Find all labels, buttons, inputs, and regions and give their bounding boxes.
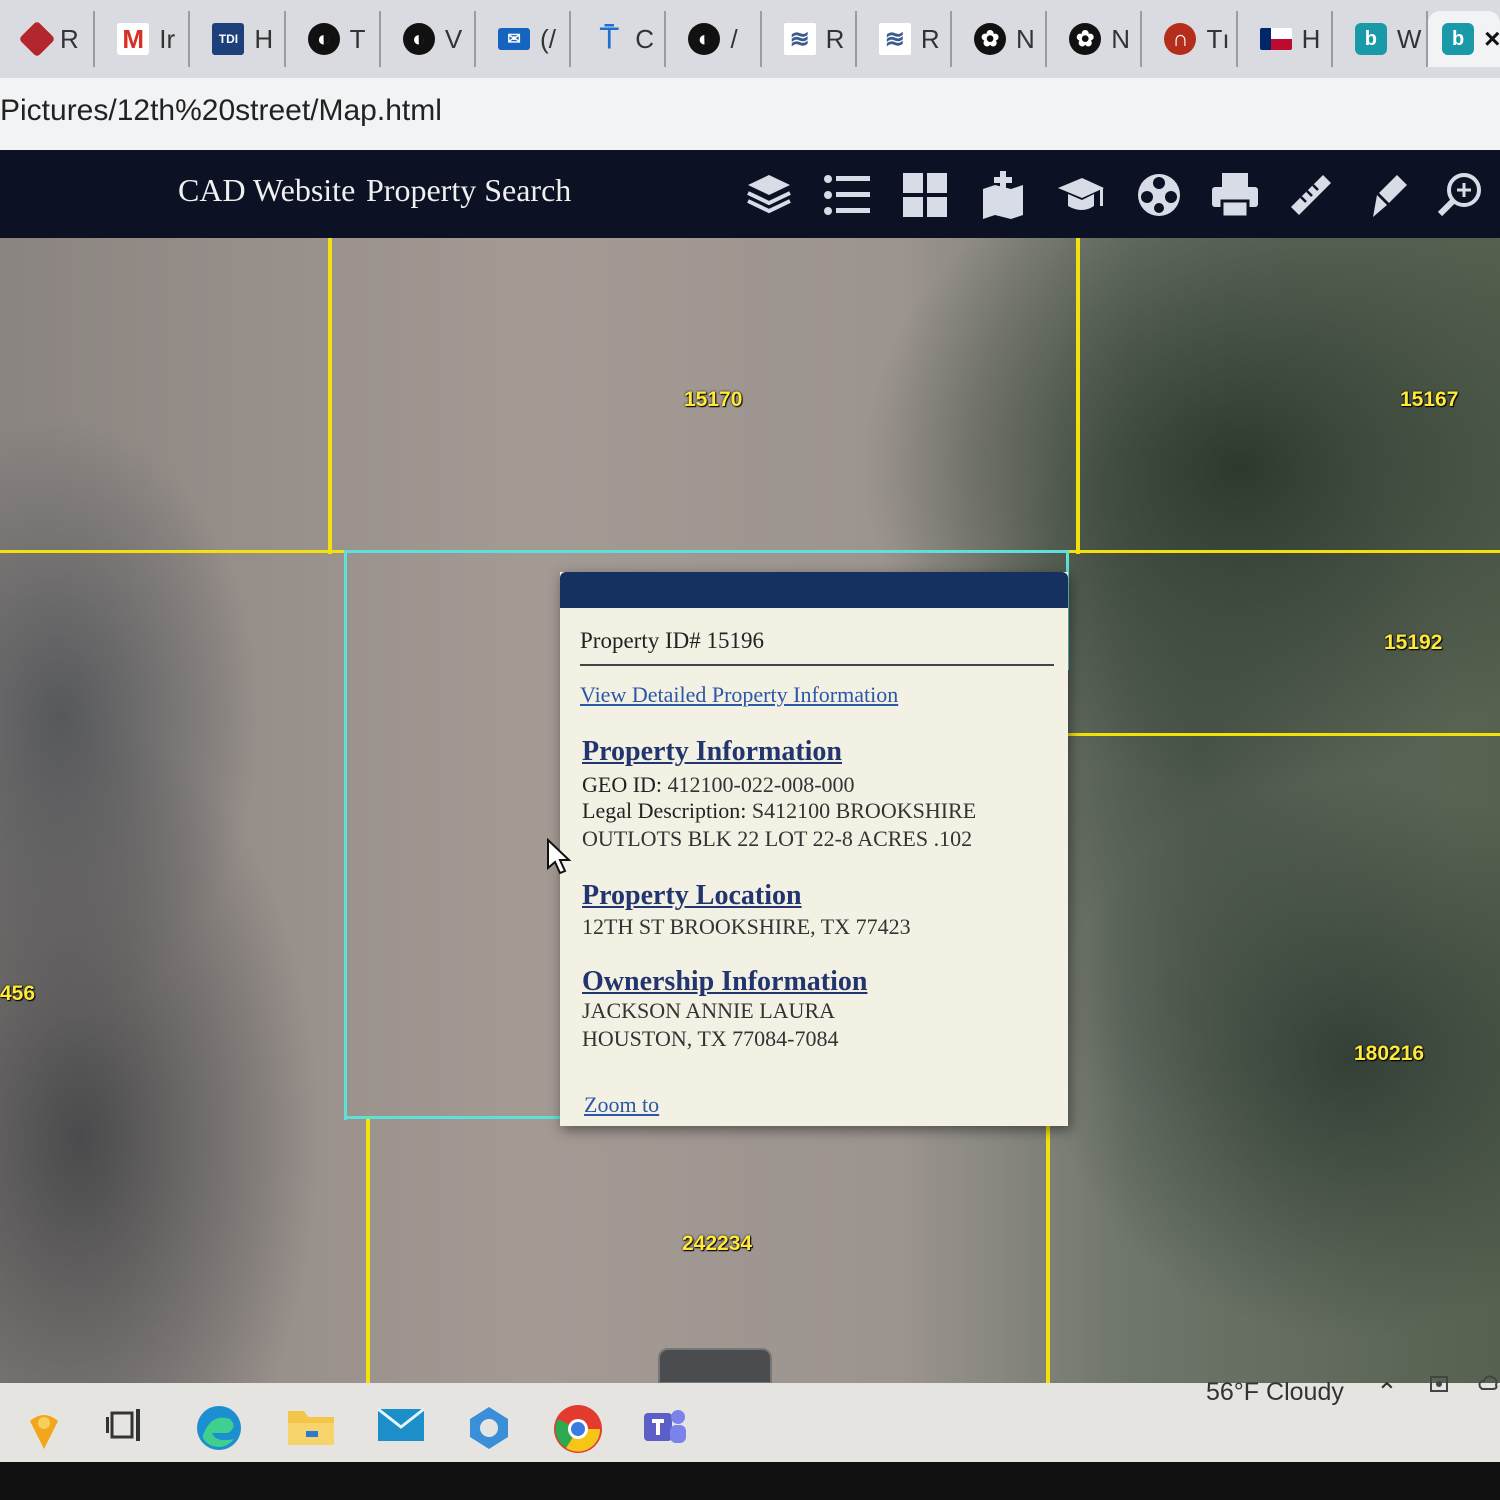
geo-id-label: GEO ID:	[582, 772, 663, 797]
browser-tab[interactable]: R	[0, 11, 96, 67]
globe-icon: ◐	[307, 23, 340, 55]
draw-icon[interactable]	[1360, 170, 1414, 220]
ruby-red-icon	[18, 20, 56, 58]
edge-icon[interactable]	[194, 1403, 242, 1451]
tray-app-icon[interactable]	[1428, 1371, 1452, 1395]
property-popup: Property ID# 15196 View Detailed Propert…	[560, 572, 1068, 1126]
ownership-information-heading[interactable]: Ownership Information	[582, 966, 867, 998]
openai-icon: ✿	[974, 23, 1007, 55]
parcel-boundary	[1066, 733, 1500, 736]
antenna-icon: ⍑	[600, 22, 619, 55]
weather-widget[interactable]: 56°F Cloudy	[1206, 1380, 1344, 1405]
parcel-label[interactable]: 15167	[1400, 388, 1458, 412]
bing-icon: b	[1354, 23, 1387, 55]
browser-tab[interactable]: H	[1238, 11, 1333, 67]
parcel-label[interactable]: 15192	[1384, 631, 1442, 655]
parcel-boundary	[328, 238, 332, 554]
waves-icon: ≋	[878, 23, 911, 55]
monitor-bezel	[0, 1462, 1500, 1500]
zoom-to-link[interactable]: Zoom to	[584, 1092, 659, 1118]
weather-text: 56°F Cloudy	[1206, 1378, 1344, 1406]
legal-description-row: Legal Description: S412100 BROOKSHIRE	[582, 798, 976, 824]
mail-icon[interactable]	[376, 1403, 425, 1451]
browser-tab[interactable]: ◐ V	[381, 11, 477, 67]
property-information-heading[interactable]: Property Information	[582, 736, 842, 768]
browser-tab[interactable]: M Ir	[95, 11, 191, 67]
browser-tab[interactable]: ≋ R	[762, 11, 857, 67]
owner-name: JACKSON ANNIE LAURA	[582, 998, 836, 1023]
browser-tab[interactable]: ∩ Tı	[1142, 11, 1238, 67]
education-cap-icon[interactable]	[1054, 170, 1108, 220]
app-toolbar: CAD Website Property Search	[0, 150, 1500, 238]
parcel-label[interactable]: 180216	[1354, 1042, 1424, 1066]
legal-description-value: S412100 BROOKSHIRE	[746, 798, 977, 823]
parcel-label[interactable]: 242234	[682, 1232, 752, 1256]
browser-tab[interactable]: ✿ N	[1047, 11, 1143, 67]
geo-id-row: GEO ID: 412100-022-008-000	[582, 772, 855, 798]
film-reel-icon[interactable]	[1132, 170, 1186, 220]
popup-header[interactable]	[560, 572, 1068, 608]
address-bar[interactable]: Pictures/12th%20street/Map.html	[0, 78, 1500, 152]
mouse-pointer-icon	[546, 837, 572, 881]
bing-icon: b	[1442, 23, 1475, 55]
task-view-icon[interactable]	[104, 1403, 152, 1451]
mail-icon: ✉	[498, 28, 531, 50]
close-tab-icon[interactable]: ×	[1484, 23, 1500, 55]
selected-parcel-boundary	[344, 550, 347, 1120]
geo-id-value: 412100-022-008-000	[662, 772, 855, 797]
copilot-icon[interactable]	[464, 1403, 512, 1451]
parcel-boundary	[1076, 238, 1080, 554]
browser-tab[interactable]: ✉ (/	[476, 11, 572, 67]
browser-tab-strip: R M Ir TDI H ◐ T ◐ V ✉ (/ ⍑ C ◐ / ≋ R ≋ …	[0, 0, 1500, 78]
chevron-up-icon[interactable]: ⌃	[1376, 1377, 1398, 1408]
property-search-link[interactable]: Property Search	[366, 172, 571, 209]
cad-website-link[interactable]: CAD Website	[178, 172, 355, 209]
browser-tab-active[interactable]: b ×	[1428, 11, 1500, 67]
legend-list-icon[interactable]	[820, 170, 874, 220]
browser-tab[interactable]: ◐ /	[666, 11, 762, 67]
browser-tab[interactable]: ⍑ C	[571, 11, 667, 67]
property-address: 12TH ST BROOKSHIRE, TX 77423	[582, 914, 911, 939]
print-icon[interactable]	[1208, 170, 1262, 220]
basemap-grid-icon[interactable]	[898, 170, 952, 220]
openai-icon: ✿	[1069, 23, 1102, 55]
parcel-boundary	[1046, 1118, 1050, 1383]
map-panel-handle[interactable]	[658, 1348, 772, 1384]
add-data-icon[interactable]	[976, 170, 1030, 220]
property-location-heading[interactable]: Property Location	[582, 880, 802, 912]
parcel-boundary	[366, 1118, 370, 1383]
selected-parcel-boundary	[344, 550, 1068, 553]
owner-city: HOUSTON, TX 77084-7084	[582, 1026, 839, 1051]
globe-icon: ◐	[402, 23, 435, 55]
globe-icon: ◐	[688, 23, 721, 55]
widgets-icon[interactable]	[18, 1403, 66, 1451]
popup-divider	[580, 664, 1054, 666]
browser-tab[interactable]: TDI H	[190, 11, 286, 67]
tdi-icon: TDI	[212, 23, 245, 55]
legal-description-label: Legal Description:	[582, 798, 747, 823]
view-detailed-property-link[interactable]: View Detailed Property Information	[580, 682, 898, 708]
layers-icon[interactable]	[742, 170, 796, 220]
legal-description-line2: OUTLOTS BLK 22 LOT 22-8 ACRES .102	[582, 826, 973, 851]
property-id: Property ID# 15196	[580, 628, 764, 653]
cloud-icon[interactable]	[1476, 1371, 1500, 1395]
teams-icon[interactable]	[640, 1403, 688, 1451]
gmail-icon: M	[117, 23, 150, 55]
zoom-search-icon[interactable]	[1434, 170, 1488, 220]
browser-tab[interactable]: ✿ N	[952, 11, 1048, 67]
browser-tab[interactable]: ≋ R	[857, 11, 953, 67]
waves-icon: ≋	[783, 23, 816, 55]
browser-tab[interactable]: ◐ T	[286, 11, 381, 67]
parcel-label[interactable]: 456	[0, 982, 35, 1006]
ruler-icon[interactable]	[1284, 170, 1338, 220]
texas-flag-icon	[1259, 28, 1292, 50]
browser-tab[interactable]: b W	[1333, 11, 1429, 67]
swoosh-icon: ∩	[1164, 23, 1197, 55]
parcel-label[interactable]: 15170	[684, 388, 742, 412]
chrome-icon[interactable]	[552, 1403, 602, 1453]
url-text[interactable]: Pictures/12th%20street/Map.html	[0, 94, 442, 128]
file-explorer-icon[interactable]	[286, 1403, 334, 1451]
